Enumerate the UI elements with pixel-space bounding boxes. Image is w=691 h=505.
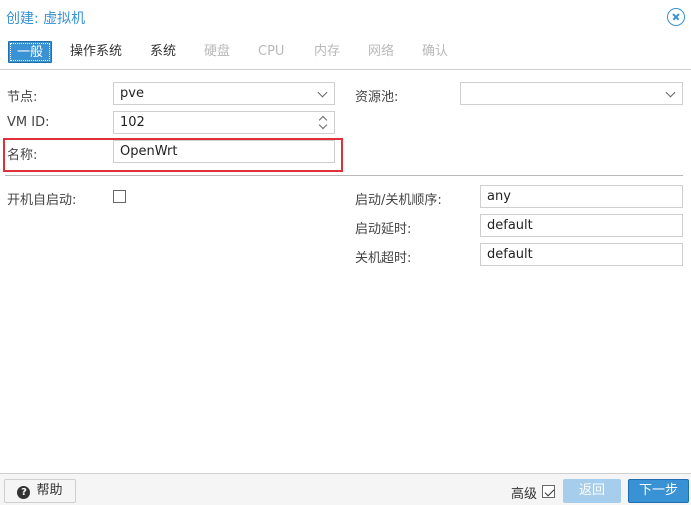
tab-system[interactable]: 系统 [150,41,176,63]
tab-memory: 内存 [314,44,341,59]
pool-select[interactable] [460,82,683,105]
vmid-spinner[interactable]: 102 [113,111,335,134]
onboot-label: 开机自启动: [7,193,77,208]
shutdown-timeout-label: 关机超时: [355,251,412,266]
dialog-titlebar: 创建: 虚拟机 [0,0,691,36]
tab-bar: 一般 操作系统 系统 硬盘 CPU 内存 网络 确认 [0,36,691,70]
startup-delay-label: 启动延时: [355,222,412,237]
tab-network: 网络 [368,44,395,59]
shutdown-timeout-value: default [487,247,533,262]
chevron-down-icon[interactable] [317,87,328,98]
shutdown-timeout-input[interactable]: default [480,243,683,266]
tab-os[interactable]: 操作系统 [70,41,122,63]
advanced-checkbox[interactable] [542,485,555,498]
node-select[interactable]: pve [113,82,335,105]
name-input[interactable]: OpenWrt [113,140,335,163]
name-value: OpenWrt [120,144,178,159]
close-icon[interactable] [667,8,685,26]
dialog-title: 创建: 虚拟机 [6,11,86,27]
section-divider [5,175,683,176]
startup-order-input[interactable]: any [480,185,683,208]
startup-delay-input[interactable]: default [480,214,683,237]
dialog-footer: ? 帮助 高级 返回 下一步 [0,473,691,505]
chevron-down-icon[interactable] [318,120,328,130]
name-label: 名称: [7,148,38,163]
tab-cpu: CPU [258,44,285,59]
back-button[interactable]: 返回 [563,479,621,503]
advanced-label: 高级 [511,487,538,502]
next-button[interactable]: 下一步 [628,479,689,503]
node-value: pve [120,86,144,101]
onboot-checkbox[interactable] [113,190,126,203]
startup-order-value: any [487,189,511,204]
tab-general[interactable]: 一般 [8,41,53,63]
question-circle-icon: ? [17,486,31,499]
startup-order-label: 启动/关机顺序: [355,193,442,208]
node-label: 节点: [7,90,38,105]
vmid-label: VM ID: [7,115,50,130]
tab-disk: 硬盘 [204,44,231,59]
pool-label: 资源池: [355,90,399,105]
help-button-label: 帮助 [36,483,63,498]
tab-confirm: 确认 [422,44,449,59]
help-button[interactable]: ? 帮助 [4,479,76,503]
chevron-down-icon[interactable] [665,87,676,98]
startup-delay-value: default [487,218,533,233]
vmid-value: 102 [120,115,145,130]
